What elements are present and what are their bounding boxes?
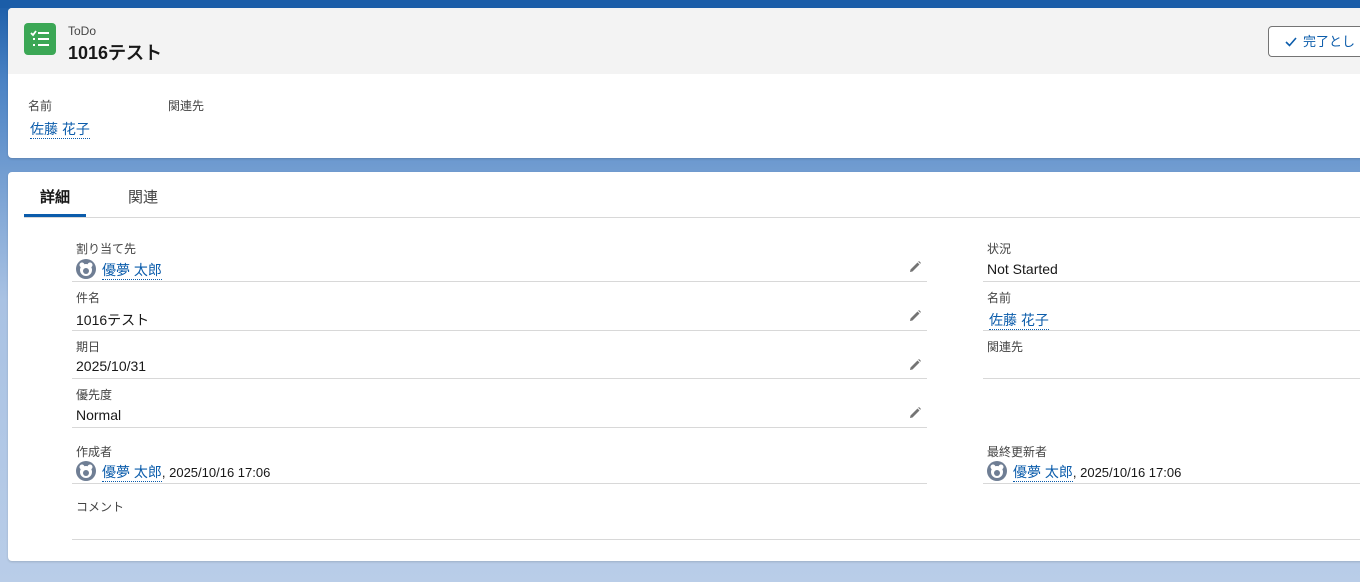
object-label: ToDo	[68, 24, 97, 38]
status-value: Not Started	[987, 261, 1058, 277]
field-divider	[72, 539, 1360, 540]
mark-complete-label: 完了とし	[1303, 34, 1356, 49]
highlight-name-link[interactable]: 佐藤 花子	[30, 121, 90, 139]
edit-pencil-icon[interactable]	[908, 358, 922, 372]
subject-label: 件名	[76, 291, 101, 305]
assigned-to-value: 優夢 太郎	[76, 259, 162, 281]
name-link[interactable]: 佐藤 花子	[989, 312, 1049, 330]
created-by-label: 作成者	[76, 445, 113, 459]
last-modified-by-label: 最終更新者	[987, 445, 1048, 459]
edit-pencil-icon[interactable]	[908, 406, 922, 420]
highlight-name-label: 名前	[28, 99, 53, 113]
tab-details[interactable]: 詳細	[24, 186, 87, 217]
last-modified-by-datetime: , 2025/10/16 17:06	[1072, 465, 1182, 480]
highlight-name-value: 佐藤 花子	[30, 119, 90, 139]
todo-list-icon	[24, 23, 56, 55]
name-label: 名前	[987, 291, 1012, 305]
field-divider	[983, 378, 1360, 379]
assigned-to-label: 割り当て先	[76, 242, 137, 256]
created-by-link[interactable]: 優夢 太郎	[102, 464, 162, 482]
field-divider	[983, 483, 1360, 484]
field-divider	[983, 281, 1360, 282]
created-by-value: 優夢 太郎, 2025/10/16 17:06	[76, 461, 271, 483]
user-avatar-icon	[76, 259, 96, 280]
field-divider	[983, 330, 1360, 331]
user-avatar-icon	[987, 461, 1007, 482]
user-avatar-icon	[76, 461, 96, 482]
field-divider	[72, 281, 927, 282]
subject-value: 1016テスト	[76, 312, 150, 328]
assigned-to-link[interactable]: 優夢 太郎	[102, 262, 162, 280]
page-title: 1016テスト	[68, 43, 163, 63]
created-by-datetime: , 2025/10/16 17:06	[161, 465, 271, 480]
top-band	[0, 0, 1360, 8]
due-date-value: 2025/10/31	[76, 358, 147, 374]
related-to-label: 関連先	[987, 340, 1024, 354]
field-divider	[72, 483, 927, 484]
detail-card: 詳細 関連 割り当て先 優夢 太郎 件名 1016テスト 期日 2025/10/…	[8, 172, 1360, 561]
field-divider	[72, 427, 927, 428]
priority-label: 優先度	[76, 388, 113, 402]
field-divider	[72, 330, 927, 331]
edit-pencil-icon[interactable]	[908, 309, 922, 323]
last-modified-by-value: 優夢 太郎, 2025/10/16 17:06	[987, 461, 1182, 483]
tab-related[interactable]: 関連	[112, 186, 174, 217]
check-icon	[1285, 37, 1297, 47]
priority-value: Normal	[76, 407, 122, 423]
last-modified-by-link[interactable]: 優夢 太郎	[1013, 464, 1073, 482]
tab-bar: 詳細 関連	[24, 172, 1360, 218]
field-divider	[72, 378, 927, 379]
status-label: 状況	[987, 242, 1012, 256]
record-header-top: ToDo 1016テスト 完了とし	[8, 8, 1360, 74]
highlight-related-label: 関連先	[168, 99, 205, 113]
edit-pencil-icon[interactable]	[908, 260, 922, 274]
mark-complete-button[interactable]: 完了とし	[1268, 26, 1360, 57]
record-header: ToDo 1016テスト 完了とし 名前 佐藤 花子 関連先	[8, 8, 1360, 158]
comment-label: コメント	[76, 500, 125, 514]
name-value: 佐藤 花子	[989, 310, 1049, 330]
due-date-label: 期日	[76, 340, 101, 354]
